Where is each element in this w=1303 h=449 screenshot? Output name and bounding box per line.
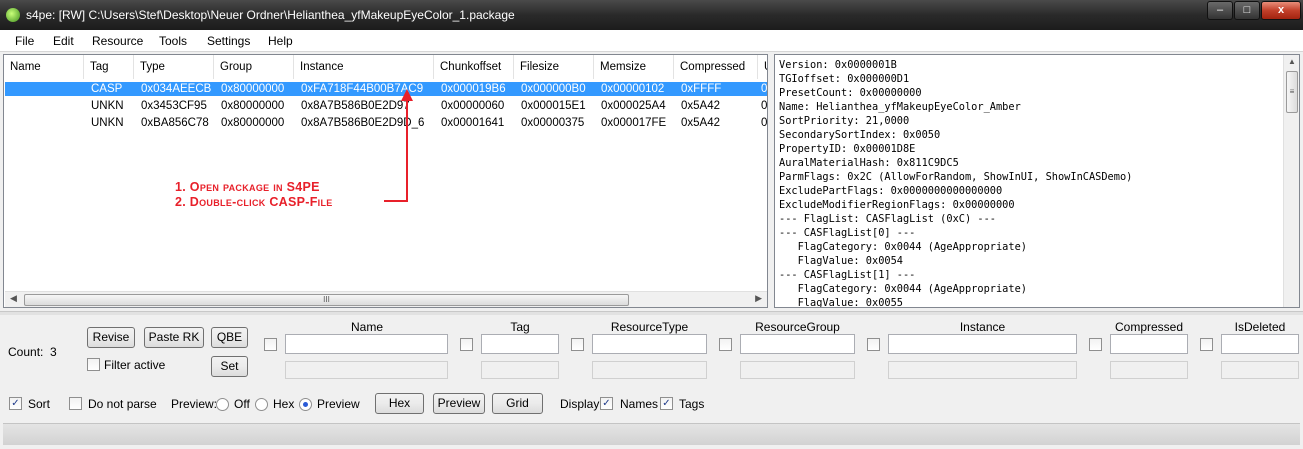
preview-hex-label: Hex xyxy=(273,397,295,411)
sort-checkbox[interactable]: ✓ xyxy=(9,397,22,410)
revise-button[interactable]: Revise xyxy=(87,327,135,348)
preview-button[interactable]: Preview xyxy=(433,393,485,414)
scroll-up-icon[interactable]: ▲ xyxy=(1288,57,1296,66)
preview-line: TGIoffset: 0x000000D1 xyxy=(779,73,910,85)
filter-label-name: Name xyxy=(350,320,383,334)
filter-compressed-checkbox[interactable] xyxy=(1089,338,1102,351)
preview-line: AuralMaterialHash: 0x811C9DC5 xyxy=(779,157,959,169)
menu-help[interactable]: Help xyxy=(268,34,293,48)
preview-line: SortPriority: 21,0000 xyxy=(779,115,910,127)
preview-preview-radio[interactable] xyxy=(299,398,312,411)
tags-label: Tags xyxy=(679,397,705,411)
preview-line: ExcludePartFlags: 0x0000000000000000 xyxy=(779,185,1003,197)
horizontal-scroll-thumb[interactable]: III xyxy=(24,294,629,306)
filter-name-value[interactable] xyxy=(285,361,448,379)
menu-edit[interactable]: Edit xyxy=(53,34,74,48)
filter-label-resourcegroup: ResourceGroup xyxy=(755,320,840,334)
annotation-arrow xyxy=(384,89,413,202)
filter-tag-checkbox[interactable] xyxy=(460,338,473,351)
preview-mode-label: Preview: xyxy=(171,397,218,411)
window-title: s4pe: [RW] C:\Users\Stef\Desktop\Neuer O… xyxy=(26,8,515,22)
filter-resourcetype-value[interactable] xyxy=(592,361,707,379)
filter-tag-input[interactable] xyxy=(481,334,559,354)
minimize-button[interactable]: – xyxy=(1207,1,1233,20)
filter-isdeleted-checkbox[interactable] xyxy=(1200,338,1213,351)
filter-label-tag: Tag xyxy=(510,320,530,334)
menu-file[interactable]: File xyxy=(15,34,34,48)
preview-line: FlagValue: 0x0054 xyxy=(779,255,903,267)
filter-label-instance: Instance xyxy=(959,320,1006,334)
filter-active-checkbox[interactable] xyxy=(87,358,100,371)
names-label: Names xyxy=(620,397,659,411)
filter-name-checkbox[interactable] xyxy=(264,338,277,351)
preview-line: FlagCategory: 0x0044 (AgeAppropriate) xyxy=(779,241,1027,253)
vertical-scroll-thumb[interactable]: ≡ xyxy=(1286,71,1298,113)
set-button[interactable]: Set xyxy=(211,356,248,377)
maximize-button[interactable]: □ xyxy=(1234,1,1260,20)
scroll-left-icon[interactable]: ◀ xyxy=(10,293,17,304)
count-label: Count: xyxy=(8,345,44,359)
preview-pane[interactable]: Version: 0x0000001B TGIoffset: 0x000000D… xyxy=(774,54,1300,308)
filter-isdeleted-value[interactable] xyxy=(1221,361,1299,379)
filter-resourcetype-checkbox[interactable] xyxy=(571,338,584,351)
preview-line: --- FlagList: CASFlagList (0xC) --- xyxy=(779,213,996,225)
filter-compressed-input[interactable] xyxy=(1110,334,1188,354)
preview-line: --- CASFlagList[1] --- xyxy=(779,269,916,281)
sort-label: Sort xyxy=(28,397,51,411)
filter-instance-checkbox[interactable] xyxy=(867,338,880,351)
filter-name-input[interactable] xyxy=(285,334,448,354)
preview-line: FlagCategory: 0x0044 (AgeAppropriate) xyxy=(779,283,1027,295)
menu-bar: File Edit Resource Tools Settings Help xyxy=(0,30,1303,52)
grid-button[interactable]: Grid xyxy=(492,393,543,414)
names-checkbox[interactable]: ✓ xyxy=(600,397,613,410)
close-button[interactable]: x xyxy=(1261,1,1301,20)
do-not-parse-checkbox[interactable] xyxy=(69,397,82,410)
menu-resource[interactable]: Resource xyxy=(92,34,143,48)
filter-instance-input[interactable] xyxy=(888,334,1077,354)
count-value: 3 xyxy=(50,345,57,359)
preview-line: PropertyID: 0x00001D8E xyxy=(779,143,916,155)
tags-checkbox[interactable]: ✓ xyxy=(660,397,673,410)
preview-line: ParmFlags: 0x2C (AllowForRandom, ShowInU… xyxy=(779,171,1133,183)
title-bar: s4pe: [RW] C:\Users\Stef\Desktop\Neuer O… xyxy=(0,0,1303,30)
preview-preview-label: Preview xyxy=(317,397,360,411)
do-not-parse-label: Do not parse xyxy=(88,397,157,411)
resource-list[interactable]: Name Tag Type Group Instance Chunkoffset… xyxy=(3,54,768,308)
filter-label-resourcetype: ResourceType xyxy=(610,320,689,334)
preview-off-label: Off xyxy=(234,397,250,411)
menu-tools[interactable]: Tools xyxy=(159,34,187,48)
splitter[interactable] xyxy=(0,311,1303,315)
horizontal-scrollbar[interactable]: ◀ III ▶ xyxy=(5,291,767,307)
preview-line: PresetCount: 0x00000000 xyxy=(779,87,922,99)
filter-isdeleted-input[interactable] xyxy=(1221,334,1299,354)
menu-settings[interactable]: Settings xyxy=(207,34,250,48)
filter-active-label: Filter active xyxy=(104,358,166,372)
filter-resourcegroup-checkbox[interactable] xyxy=(719,338,732,351)
scroll-right-icon[interactable]: ▶ xyxy=(755,293,762,304)
filter-tag-value[interactable] xyxy=(481,361,559,379)
filter-instance-value[interactable] xyxy=(888,361,1077,379)
display-label: Display: xyxy=(560,397,603,411)
app-icon xyxy=(6,8,20,22)
hex-button[interactable]: Hex xyxy=(375,393,424,414)
preview-off-radio[interactable] xyxy=(216,398,229,411)
filter-label-compressed: Compressed xyxy=(1114,320,1184,334)
preview-hex-radio[interactable] xyxy=(255,398,268,411)
preview-line: ExcludeModifierRegionFlags: 0x00000000 xyxy=(779,199,1015,211)
filter-resourcegroup-input[interactable] xyxy=(740,334,855,354)
preview-line: SecondarySortIndex: 0x0050 xyxy=(779,129,941,141)
filter-resourcegroup-value[interactable] xyxy=(740,361,855,379)
vertical-scrollbar[interactable]: ▲ ≡ xyxy=(1283,55,1299,307)
filter-compressed-value[interactable] xyxy=(1110,361,1188,379)
preview-line: FlagValue: 0x0055 xyxy=(779,297,903,308)
filter-resourcetype-input[interactable] xyxy=(592,334,707,354)
qbe-button[interactable]: QBE xyxy=(211,327,248,348)
preview-line: Version: 0x0000001B xyxy=(779,59,897,71)
preview-line: Name: Helianthea_yfMakeupEyeColor_Amber xyxy=(779,101,1021,113)
preview-line: --- CASFlagList[0] --- xyxy=(779,227,916,239)
paste-rk-button[interactable]: Paste RK xyxy=(144,327,204,348)
status-bar xyxy=(3,423,1300,445)
filter-label-isdeleted: IsDeleted xyxy=(1234,320,1286,334)
